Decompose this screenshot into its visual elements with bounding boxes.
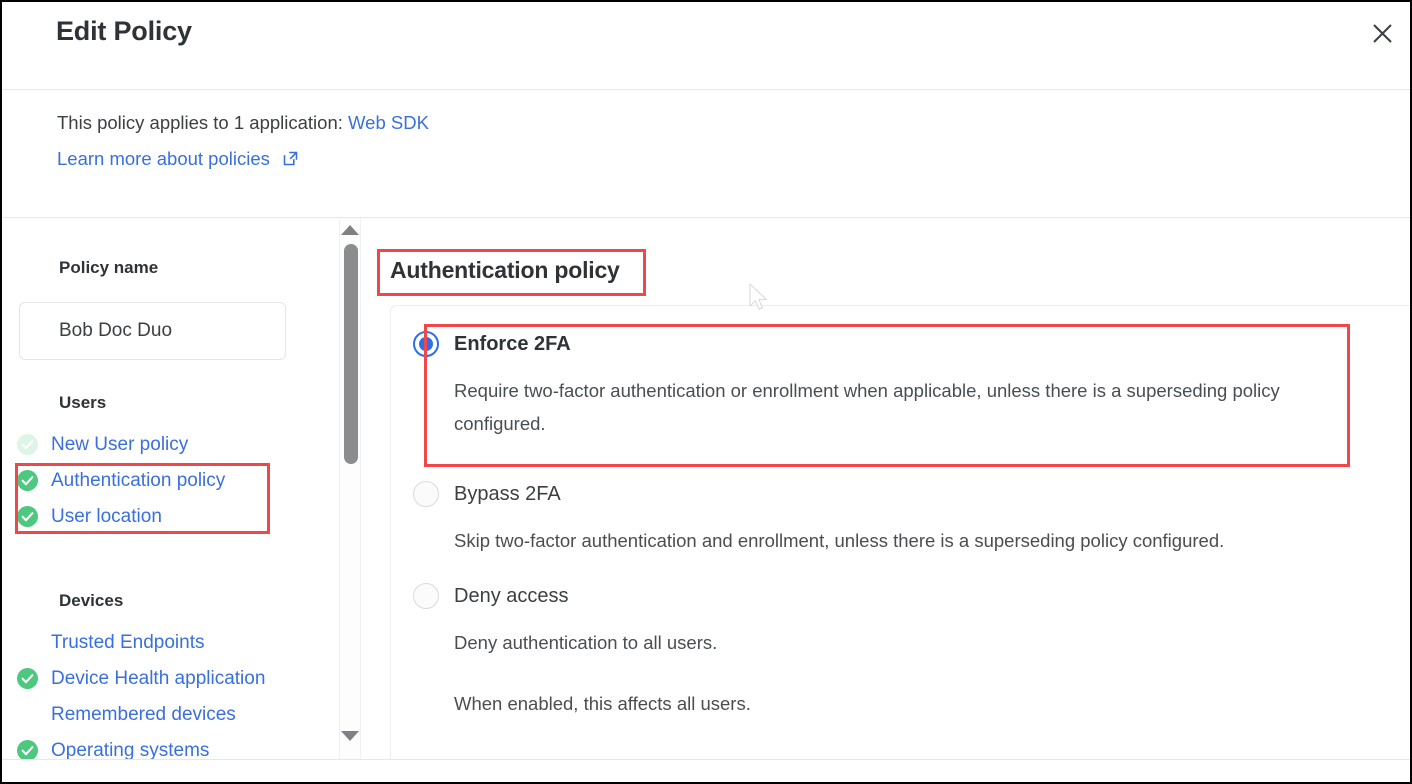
sidebar-item-label: Remembered devices: [51, 703, 236, 725]
option-description: Deny authentication to all users.: [454, 632, 718, 653]
policy-info-bar: This policy applies to 1 application: We…: [2, 90, 1410, 218]
sidebar-item-authentication-policy[interactable]: Authentication policy: [2, 462, 334, 498]
learn-more-label: Learn more about policies: [57, 148, 270, 169]
option-note: When enabled, this affects all users.: [454, 693, 751, 714]
check-placeholder: [17, 704, 38, 725]
sidebar-item-label: Authentication policy: [51, 469, 226, 491]
sidebar-item-label: New User policy: [51, 433, 189, 455]
nav-scrollbar[interactable]: [339, 218, 361, 759]
check-placeholder: [17, 632, 38, 653]
scroll-up-arrow-icon[interactable]: [341, 225, 359, 235]
sidebar-item-label: Device Health application: [51, 667, 266, 689]
option-enforce-2fa[interactable]: Enforce 2FA Require two-factor authentic…: [413, 331, 1390, 440]
modal-body: Policy name Users New User policy: [2, 218, 1410, 760]
nav-section-users-label: Users: [59, 393, 107, 412]
check-circle-icon: [17, 505, 38, 527]
sidebar-item-new-user-policy[interactable]: New User policy: [2, 426, 334, 462]
sidebar-item-trusted-endpoints[interactable]: Trusted Endpoints: [2, 624, 334, 660]
policy-nav-pane: Policy name Users New User policy: [2, 218, 334, 759]
sidebar-item-label: Trusted Endpoints: [51, 631, 205, 653]
check-circle-icon: [17, 739, 38, 759]
sidebar-item-operating-systems[interactable]: Operating systems: [2, 732, 334, 759]
policy-settings-pane: Authentication policy Enforce 2FA Requir…: [362, 218, 1410, 759]
nav-section-devices-label: Devices: [59, 591, 124, 610]
close-icon[interactable]: [1360, 12, 1404, 56]
option-deny-access[interactable]: Deny access Deny authentication to all u…: [413, 583, 1390, 715]
radio-enforce-2fa[interactable]: [413, 331, 439, 357]
option-label: Enforce 2FA: [454, 332, 571, 355]
radio-bypass-2fa[interactable]: [413, 481, 439, 507]
policy-name-label: Policy name: [59, 258, 159, 277]
sidebar-item-remembered-devices[interactable]: Remembered devices: [2, 696, 334, 732]
option-label: Deny access: [454, 584, 569, 607]
sidebar-item-label: Operating systems: [51, 739, 210, 760]
sidebar-item-user-location[interactable]: User location: [2, 498, 334, 534]
sidebar-item-device-health-application[interactable]: Device Health application: [2, 660, 334, 696]
application-link[interactable]: Web SDK: [348, 112, 429, 133]
applies-to-line: This policy applies to 1 application: We…: [57, 112, 429, 134]
nav-list-devices: Trusted Endpoints Device Health applicat…: [2, 624, 334, 759]
option-description: Skip two-factor authentication and enrol…: [454, 530, 1225, 551]
edit-policy-modal: Edit Policy This policy applies to 1 app…: [0, 0, 1412, 784]
scroll-down-arrow-icon[interactable]: [341, 731, 359, 741]
nav-list-users: New User policy Authentication policy Us…: [2, 426, 334, 534]
page-title: Edit Policy: [56, 16, 192, 46]
radio-deny-access[interactable]: [413, 583, 439, 609]
check-circle-icon: [17, 667, 38, 689]
policy-name-input[interactable]: [19, 302, 286, 360]
section-title: Authentication policy: [390, 257, 620, 283]
option-label: Bypass 2FA: [454, 482, 561, 505]
check-circle-icon: [17, 433, 38, 455]
applies-to-text: This policy applies to 1 application:: [57, 112, 343, 133]
sidebar-item-label: User location: [51, 505, 162, 527]
modal-header: Edit Policy: [2, 2, 1410, 90]
option-bypass-2fa[interactable]: Bypass 2FA Skip two-factor authenticatio…: [413, 481, 1390, 557]
external-link-icon: [283, 149, 298, 171]
option-description: Require two-factor authentication or enr…: [454, 380, 1280, 434]
learn-more-link[interactable]: Learn more about policies: [57, 148, 298, 171]
scrollbar-thumb[interactable]: [344, 244, 358, 464]
check-circle-icon: [17, 469, 38, 491]
authentication-options-card: Enforce 2FA Require two-factor authentic…: [390, 305, 1410, 759]
